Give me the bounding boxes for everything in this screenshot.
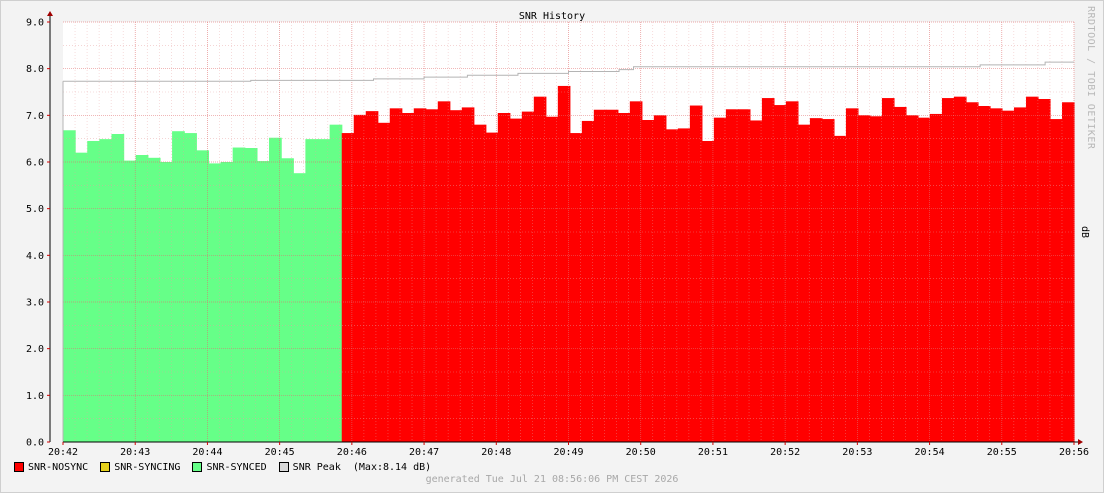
legend-label-peak: SNR Peak [292, 461, 341, 473]
nosync-step [1049, 119, 1063, 443]
synced-step [99, 139, 113, 442]
nosync-step [953, 96, 967, 443]
legend-label-nosync: SNR-NOSYNC [28, 461, 89, 473]
synced-step [147, 157, 161, 443]
watermark: RRDTOOL / TOBI OETIKER [1085, 6, 1096, 150]
nosync-step [1061, 102, 1075, 443]
generated-footer: generated Tue Jul 21 08:56:06 PM CEST 20… [425, 474, 679, 485]
nosync-step [749, 120, 763, 442]
nosync-step [917, 117, 931, 443]
y-tick-label: 5.0 [26, 204, 44, 215]
nosync-step [725, 109, 739, 443]
x-tick-label: 20:42 [48, 447, 78, 458]
nosync-step [605, 109, 619, 442]
x-tick-label: 20:47 [409, 447, 439, 458]
nosync-step [773, 105, 787, 443]
x-tick-label: 20:49 [553, 447, 583, 458]
synced-step [111, 134, 125, 442]
legend-swatch-peak [278, 462, 289, 472]
nosync-step [809, 118, 823, 442]
nosync-step [833, 135, 847, 442]
legend-swatch-nosync [14, 462, 24, 472]
x-tick-label: 20:45 [265, 447, 295, 458]
synced-step [317, 139, 331, 442]
x-tick-label: 20:53 [842, 447, 872, 458]
legend-label-synced: SNR-SYNCED [206, 461, 267, 473]
x-tick-label: 20:51 [698, 447, 728, 458]
nosync-step [941, 98, 955, 443]
nosync-step [437, 101, 451, 442]
legend-swatch-syncing [100, 462, 111, 472]
nosync-step [893, 106, 907, 442]
snr-chart: 0.0 1.0 2.0 3.0 4.0 5.0 6.0 7.0 8.0 9.0 20:42 20:43… [26, 11, 1090, 458]
nosync-step [425, 109, 439, 443]
x-tick-label: 20:43 [120, 447, 150, 458]
nosync-step [1037, 99, 1051, 442]
y-tick-label: 6.0 [26, 158, 44, 169]
x-tick-label: 20:55 [987, 447, 1017, 458]
nosync-step [797, 124, 811, 443]
nosync-step [1001, 110, 1015, 443]
synced-step [75, 152, 88, 442]
nosync-step [845, 108, 859, 442]
nosync-step [449, 110, 463, 442]
y-tick-label: 2.0 [26, 344, 44, 355]
y-tick-label: 4.0 [26, 251, 44, 262]
legend-label-syncing: SNR-SYNCING [114, 461, 181, 473]
y-tick-label: 8.0 [26, 64, 44, 75]
x-tick-label: 20:46 [337, 447, 367, 458]
y-tick-label: 1.0 [26, 391, 44, 402]
y-tick-label: 9.0 [26, 18, 44, 29]
x-tick-label: 20:56 [1059, 447, 1089, 458]
nosync-step [389, 108, 403, 442]
synced-step [281, 158, 294, 442]
x-tick-label: 20:44 [192, 447, 222, 458]
legend-item-synced: SNR-SYNCED [192, 461, 267, 473]
legend-item-syncing: SNR-SYNCING [100, 462, 180, 473]
nosync-step [689, 105, 703, 443]
nosync-step [377, 122, 391, 443]
synced-step [293, 173, 306, 442]
legend-item-peak: SNR Peak (Max:8.14 dB) [278, 461, 432, 473]
y-tick-label: 7.0 [26, 111, 44, 122]
nosync-step [881, 98, 895, 443]
legend-item-nosync: SNR-NOSYNC [14, 462, 88, 473]
synced-step [135, 155, 149, 442]
legend-swatch-synced [192, 462, 203, 472]
nosync-step [761, 98, 775, 443]
x-tick-label: 20:50 [626, 447, 656, 458]
nosync-step [965, 102, 979, 443]
x-tick-label: 20:48 [481, 447, 511, 458]
y-axis-label: dB [1079, 226, 1090, 238]
nosync-step [545, 116, 559, 442]
y-tick-label: 0.0 [26, 438, 44, 449]
nosync-step [821, 119, 835, 443]
legend: SNR-NOSYNC SNR-SYNCING SNR-SYNCED SNR Pe… [14, 460, 443, 474]
synced-step [305, 139, 319, 442]
nosync-step [1025, 96, 1039, 443]
legend-peak-note: (Max:8.14 dB) [352, 461, 432, 473]
synced-step [87, 141, 100, 442]
nosync-step [785, 101, 799, 442]
nosync-step [989, 108, 1003, 442]
nosync-step [929, 113, 943, 442]
synced-step [329, 124, 343, 443]
nosync-step [737, 109, 751, 443]
nosync-step [593, 109, 607, 442]
chart-title: SNR History [519, 11, 585, 22]
x-tick-label: 20:54 [915, 447, 945, 458]
nosync-step [977, 106, 991, 442]
x-tick-label: 20:52 [770, 447, 800, 458]
nosync-step [521, 111, 535, 442]
nosync-step [1013, 107, 1027, 443]
y-tick-label: 3.0 [26, 298, 44, 309]
nosync-step [869, 116, 883, 443]
nosync-step [401, 113, 415, 442]
y-axis-arrow [47, 11, 53, 16]
nosync-step [713, 117, 727, 443]
nosync-step [365, 111, 379, 442]
nosync-step [413, 108, 427, 442]
x-axis-arrow [1078, 439, 1083, 445]
synced-step [123, 160, 137, 442]
